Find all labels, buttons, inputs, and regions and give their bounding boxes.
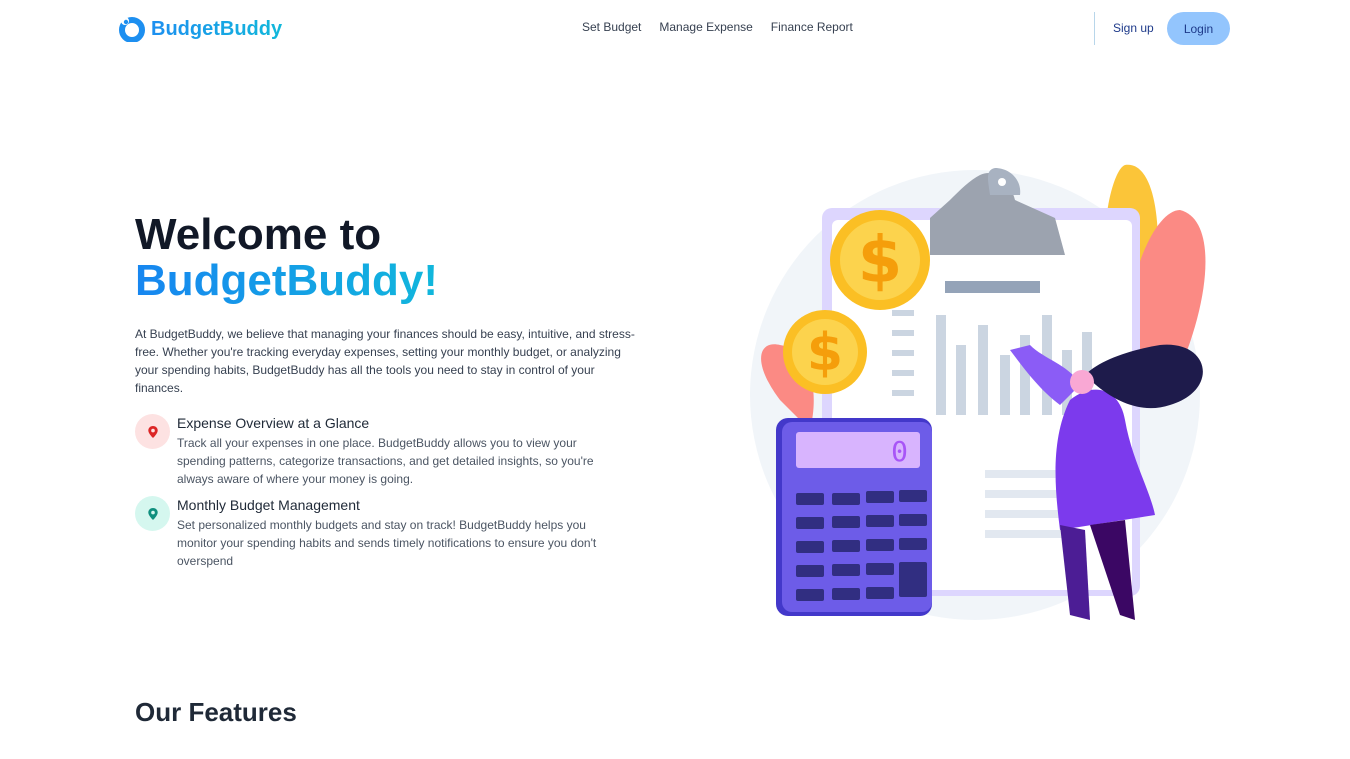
feature-monthly-budget: Monthly Budget Management Set personaliz… (135, 496, 597, 570)
feature-badge (135, 496, 170, 531)
signup-link[interactable]: Sign up (1113, 21, 1154, 35)
nav-link-manage-expense[interactable]: Manage Expense (659, 20, 752, 34)
calculator-display: 0 (891, 435, 908, 468)
hero-description: At BudgetBuddy, we believe that managing… (135, 327, 635, 395)
svg-text:$: $ (807, 323, 843, 383)
feature-title: Monthly Budget Management (177, 497, 360, 513)
nav-link-finance-report[interactable]: Finance Report (771, 20, 853, 34)
feature-badge (135, 414, 170, 449)
feature-expense-overview: Expense Overview at a Glance Track all y… (135, 414, 597, 488)
feature-text: Set personalized monthly budgets and sta… (177, 518, 597, 568)
brand-ring-icon (119, 17, 145, 42)
nav-divider (1094, 12, 1095, 45)
hero-title-line2: BudgetBuddy! (135, 256, 439, 305)
brand-logo[interactable]: BudgetBuddy (119, 16, 282, 42)
nav-links: Set Budget Manage Expense Finance Report (582, 20, 853, 34)
feature-title: Expense Overview at a Glance (177, 415, 370, 431)
hero-title: Welcome to BudgetBuddy! (135, 212, 438, 304)
brand-name: BudgetBuddy (151, 17, 283, 40)
nav-link-set-budget[interactable]: Set Budget (582, 20, 641, 34)
map-pin-icon (147, 507, 158, 520)
top-nav: BudgetBuddy Set Budget Manage Expense Fi… (0, 0, 1350, 58)
login-button[interactable]: Login (1167, 12, 1230, 45)
finance-illustration: $ $ 0 (750, 164, 1206, 620)
feature-text: Track all your expenses in one place. Bu… (177, 436, 594, 486)
section-title-features: Our Features (135, 697, 297, 727)
svg-text:$: $ (858, 224, 903, 298)
map-pin-icon (147, 425, 158, 438)
hero-title-line1: Welcome to (135, 210, 382, 259)
